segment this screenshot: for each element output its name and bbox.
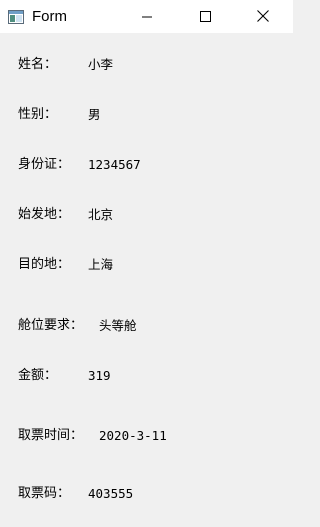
name-value: 小李 — [88, 57, 114, 72]
maximize-icon — [199, 7, 211, 26]
cabin-label: 舱位要求： — [18, 318, 84, 333]
amount-value: 319 — [88, 368, 111, 383]
origin-value: 北京 — [88, 207, 114, 222]
pickup-code-label: 取票码： — [18, 486, 71, 501]
maximize-button[interactable] — [182, 0, 228, 33]
id-card-label: 身份证： — [18, 157, 71, 172]
window-title: Form — [32, 8, 67, 25]
destination-label: 目的地： — [18, 257, 71, 272]
minimize-button[interactable] — [124, 0, 170, 33]
form-body: 姓名： 小李 性别： 男 身份证： 1234567 始发地： 北京 目的地： 上… — [0, 33, 293, 527]
title-bar[interactable]: Form — [0, 0, 293, 33]
pickup-time-value: 2020-3-11 — [99, 428, 167, 443]
form-app-icon — [8, 9, 24, 24]
close-icon — [257, 7, 269, 26]
minimize-icon — [142, 7, 152, 26]
pickup-code-value: 403555 — [88, 486, 134, 501]
gender-value: 男 — [88, 107, 101, 122]
name-label: 姓名： — [18, 57, 58, 72]
id-card-value: 1234567 — [88, 157, 141, 172]
origin-label: 始发地： — [18, 207, 71, 222]
gender-label: 性别： — [18, 107, 58, 122]
amount-label: 金额： — [18, 368, 58, 383]
destination-value: 上海 — [88, 257, 114, 272]
cabin-value: 头等舱 — [99, 318, 137, 333]
close-button[interactable] — [240, 0, 286, 33]
pickup-time-label: 取票时间： — [18, 428, 84, 443]
